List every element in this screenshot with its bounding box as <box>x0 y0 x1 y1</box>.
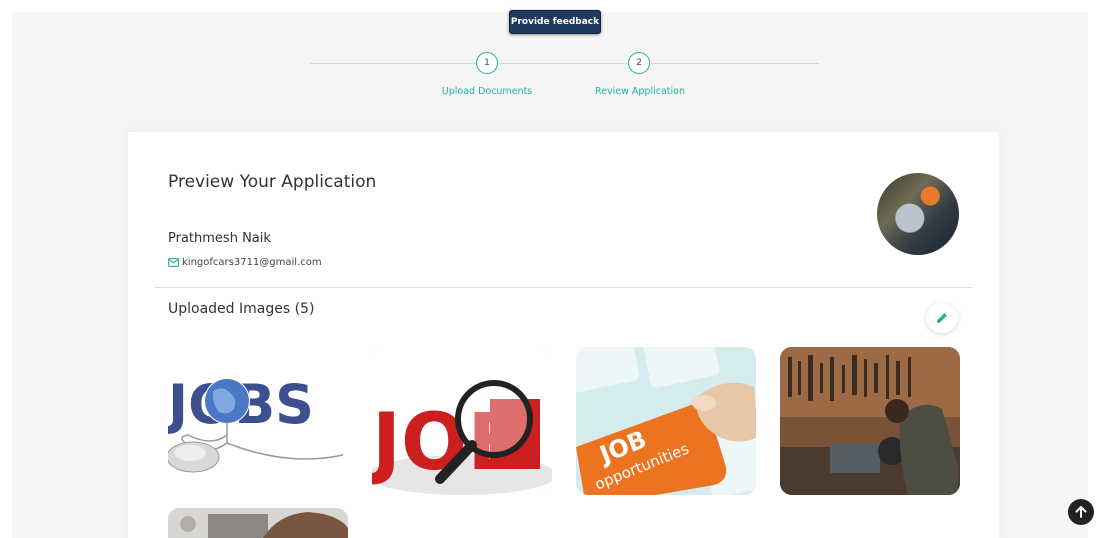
applicant-email: kingofcars3711@gmail.com <box>182 257 322 268</box>
applicant-name: Prathmesh Naik <box>168 231 271 246</box>
stepper-line-left <box>310 63 476 64</box>
step-2-label[interactable]: Review Application <box>595 86 685 97</box>
uploaded-image-3[interactable]: JOB opportunities <box>576 347 756 495</box>
step-2-circle[interactable]: 2 <box>628 52 650 74</box>
scroll-to-top-button[interactable] <box>1068 499 1094 525</box>
page-title: Preview Your Application <box>168 172 377 192</box>
uploaded-images-title: Uploaded Images (5) <box>168 301 315 317</box>
uploaded-image-5[interactable] <box>168 508 348 538</box>
uploaded-image-2[interactable]: JOB <box>372 347 552 495</box>
mail-icon <box>168 258 179 267</box>
section-divider <box>155 287 972 288</box>
email-row: kingofcars3711@gmail.com <box>168 257 322 268</box>
uploaded-image-4[interactable] <box>780 347 960 495</box>
stepper-line-middle <box>500 63 627 64</box>
pencil-icon <box>937 313 947 323</box>
avatar <box>877 173 959 255</box>
step-1-label[interactable]: Upload Documents <box>442 86 532 97</box>
uploaded-image-1[interactable]: JOBS <box>168 347 348 495</box>
arrow-up-icon <box>1075 506 1087 518</box>
stepper-line-right <box>651 63 819 64</box>
edit-images-button[interactable] <box>926 303 958 333</box>
provide-feedback-button[interactable]: Provide feedback <box>509 10 601 34</box>
step-1-circle[interactable]: 1 <box>476 52 498 74</box>
